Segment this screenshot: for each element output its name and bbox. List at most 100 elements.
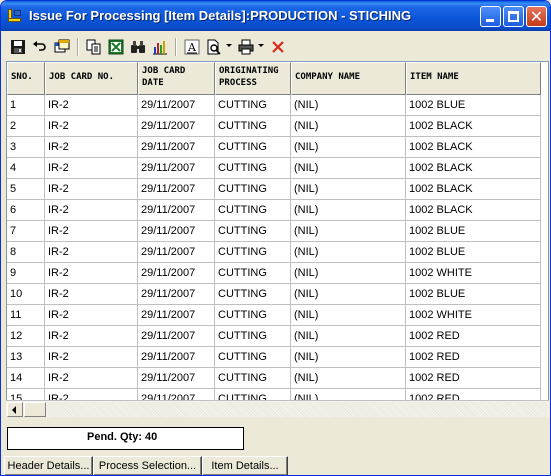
column-header-item-name[interactable]: ITEM NAME <box>406 62 541 95</box>
cell-originating-process[interactable]: CUTTING <box>215 263 291 284</box>
cell-item-name[interactable]: 1002 BLUE <box>406 242 541 263</box>
cell-job-card-date[interactable]: 29/11/2007 <box>138 347 215 368</box>
cell-job-card-no[interactable]: IR-2 <box>45 305 138 326</box>
table-row[interactable]: 8 IR-2 29/11/2007 CUTTING (NIL) 1002 BLUE <box>7 242 541 263</box>
cell-job-card-date[interactable]: 29/11/2007 <box>138 116 215 137</box>
cell-job-card-date[interactable]: 29/11/2007 <box>138 368 215 389</box>
cell-item-name[interactable]: 1002 BLACK <box>406 179 541 200</box>
table-row[interactable]: 6 IR-2 29/11/2007 CUTTING (NIL) 1002 BLACK <box>7 200 541 221</box>
table-row[interactable]: 13 IR-2 29/11/2007 CUTTING (NIL) 1002 RED <box>7 347 541 368</box>
horizontal-scrollbar[interactable] <box>6 400 549 417</box>
cell-item-name[interactable]: 1002 WHITE <box>406 263 541 284</box>
cell-originating-process[interactable]: CUTTING <box>215 347 291 368</box>
item-details-grid[interactable]: SNO. JOB CARD NO. JOB CARD DATE ORIGINAT… <box>6 61 549 417</box>
undo-icon[interactable] <box>30 37 50 57</box>
column-header-sno[interactable]: SNO. <box>7 62 45 95</box>
cell-originating-process[interactable]: CUTTING <box>215 368 291 389</box>
cell-company-name[interactable]: (NIL) <box>291 368 406 389</box>
cell-job-card-date[interactable]: 29/11/2007 <box>138 221 215 242</box>
close-button[interactable]: ✕ <box>526 6 547 27</box>
item-details-button[interactable]: Item Details... <box>202 456 288 475</box>
cell-sno[interactable]: 6 <box>7 200 45 221</box>
windows-icon[interactable] <box>52 37 72 57</box>
cell-item-name[interactable]: 1002 RED <box>406 368 541 389</box>
table-row[interactable]: 12 IR-2 29/11/2007 CUTTING (NIL) 1002 RED <box>7 326 541 347</box>
cell-sno[interactable]: 1 <box>7 95 45 116</box>
header-details-button[interactable]: Header Details... <box>4 456 93 475</box>
cell-originating-process[interactable]: CUTTING <box>215 242 291 263</box>
cell-company-name[interactable]: (NIL) <box>291 263 406 284</box>
cell-company-name[interactable]: (NIL) <box>291 284 406 305</box>
cell-item-name[interactable]: 1002 RED <box>406 326 541 347</box>
cell-job-card-no[interactable]: IR-2 <box>45 347 138 368</box>
printer-icon[interactable] <box>236 37 256 57</box>
cell-job-card-no[interactable]: IR-2 <box>45 179 138 200</box>
cell-sno[interactable]: 13 <box>7 347 45 368</box>
cell-company-name[interactable]: (NIL) <box>291 158 406 179</box>
cell-job-card-no[interactable]: IR-2 <box>45 158 138 179</box>
cell-originating-process[interactable]: CUTTING <box>215 95 291 116</box>
column-header-job-card-no[interactable]: JOB CARD NO. <box>45 62 138 95</box>
cell-job-card-date[interactable]: 29/11/2007 <box>138 326 215 347</box>
binoculars-icon[interactable] <box>128 37 148 57</box>
table-row[interactable]: 5 IR-2 29/11/2007 CUTTING (NIL) 1002 BLACK <box>7 179 541 200</box>
cell-item-name[interactable]: 1002 WHITE <box>406 305 541 326</box>
column-header-job-card-date[interactable]: JOB CARD DATE <box>138 62 215 95</box>
cell-job-card-no[interactable]: IR-2 <box>45 95 138 116</box>
cell-sno[interactable]: 3 <box>7 137 45 158</box>
cell-company-name[interactable]: (NIL) <box>291 116 406 137</box>
column-header-company-name[interactable]: COMPANY NAME <box>291 62 406 95</box>
cell-job-card-no[interactable]: IR-2 <box>45 137 138 158</box>
cell-item-name[interactable]: 1002 BLACK <box>406 137 541 158</box>
cell-originating-process[interactable]: CUTTING <box>215 137 291 158</box>
table-row[interactable]: 11 IR-2 29/11/2007 CUTTING (NIL) 1002 WHITE <box>7 305 541 326</box>
table-row[interactable]: 7 IR-2 29/11/2007 CUTTING (NIL) 1002 BLUE <box>7 221 541 242</box>
cell-originating-process[interactable]: CUTTING <box>215 200 291 221</box>
chart-icon[interactable] <box>150 37 170 57</box>
cell-item-name[interactable]: 1002 BLUE <box>406 284 541 305</box>
cell-job-card-date[interactable]: 29/11/2007 <box>138 95 215 116</box>
cell-company-name[interactable]: (NIL) <box>291 137 406 158</box>
maximize-button[interactable] <box>503 6 524 27</box>
delete-icon[interactable] <box>268 37 288 57</box>
cell-company-name[interactable]: (NIL) <box>291 242 406 263</box>
cell-item-name[interactable]: 1002 BLUE <box>406 95 541 116</box>
print-preview-icon[interactable] <box>204 37 224 57</box>
cell-job-card-date[interactable]: 29/11/2007 <box>138 179 215 200</box>
table-row[interactable]: 3 IR-2 29/11/2007 CUTTING (NIL) 1002 BLACK <box>7 137 541 158</box>
cell-job-card-date[interactable]: 29/11/2007 <box>138 284 215 305</box>
scroll-thumb[interactable] <box>24 402 46 417</box>
cell-originating-process[interactable]: CUTTING <box>215 284 291 305</box>
cell-originating-process[interactable]: CUTTING <box>215 221 291 242</box>
cell-sno[interactable]: 2 <box>7 116 45 137</box>
cell-sno[interactable]: 8 <box>7 242 45 263</box>
cell-job-card-date[interactable]: 29/11/2007 <box>138 263 215 284</box>
cell-item-name[interactable]: 1002 RED <box>406 347 541 368</box>
cell-originating-process[interactable]: CUTTING <box>215 326 291 347</box>
cell-company-name[interactable]: (NIL) <box>291 347 406 368</box>
cell-sno[interactable]: 10 <box>7 284 45 305</box>
cell-sno[interactable]: 4 <box>7 158 45 179</box>
table-row[interactable]: 1 IR-2 29/11/2007 CUTTING (NIL) 1002 BLUE <box>7 95 541 116</box>
cell-sno[interactable]: 9 <box>7 263 45 284</box>
table-row[interactable]: 4 IR-2 29/11/2007 CUTTING (NIL) 1002 BLACK <box>7 158 541 179</box>
table-row[interactable]: 2 IR-2 29/11/2007 CUTTING (NIL) 1002 BLACK <box>7 116 541 137</box>
title-bar[interactable]: Issue For Processing [Item Details]:PROD… <box>1 1 550 31</box>
cell-originating-process[interactable]: CUTTING <box>215 158 291 179</box>
cell-sno[interactable]: 7 <box>7 221 45 242</box>
cell-item-name[interactable]: 1002 BLUE <box>406 221 541 242</box>
cell-job-card-no[interactable]: IR-2 <box>45 200 138 221</box>
cell-sno[interactable]: 5 <box>7 179 45 200</box>
table-row[interactable]: 9 IR-2 29/11/2007 CUTTING (NIL) 1002 WHITE <box>7 263 541 284</box>
print-preview-dropdown-icon[interactable] <box>226 44 232 47</box>
column-header-originating-process[interactable]: ORIGINATING PROCESS <box>215 62 291 95</box>
process-selection-button[interactable]: Process Selection... <box>93 456 202 475</box>
cell-item-name[interactable]: 1002 BLACK <box>406 116 541 137</box>
cell-originating-process[interactable]: CUTTING <box>215 116 291 137</box>
cell-job-card-date[interactable]: 29/11/2007 <box>138 158 215 179</box>
cell-sno[interactable]: 12 <box>7 326 45 347</box>
cell-job-card-no[interactable]: IR-2 <box>45 368 138 389</box>
cell-company-name[interactable]: (NIL) <box>291 221 406 242</box>
cell-company-name[interactable]: (NIL) <box>291 95 406 116</box>
cell-job-card-no[interactable]: IR-2 <box>45 284 138 305</box>
